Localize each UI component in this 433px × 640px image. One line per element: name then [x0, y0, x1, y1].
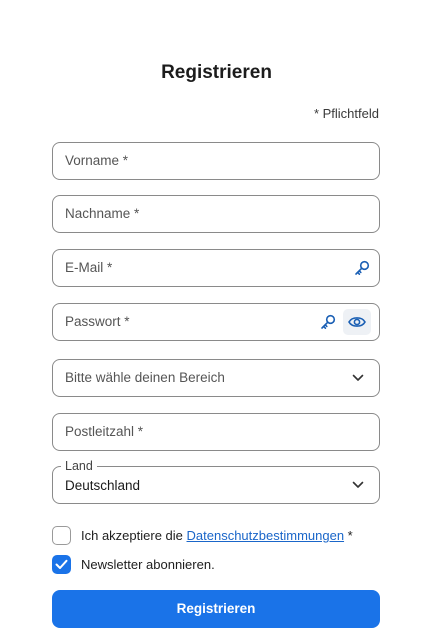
newsletter-checkbox[interactable] [52, 555, 71, 574]
registration-page: Registrieren * Pflichtfeld Vorname * Nac… [0, 0, 433, 640]
country-label: Land [61, 459, 97, 473]
privacy-text-after: * [344, 528, 353, 543]
privacy-text-before: Ich akzeptiere die [81, 528, 187, 543]
first-name-field[interactable]: Vorname * [52, 142, 380, 180]
page-title: Registrieren [161, 62, 272, 83]
register-button[interactable]: Registrieren [52, 590, 380, 628]
postal-code-field[interactable]: Postleitzahl * [52, 413, 380, 451]
key-icon[interactable] [319, 313, 337, 331]
password-field[interactable]: Passwort * [52, 303, 380, 341]
chevron-down-icon [352, 374, 364, 381]
checkmark-icon [55, 559, 68, 569]
chevron-down-icon [352, 481, 364, 488]
privacy-checkbox[interactable] [52, 526, 71, 545]
newsletter-text: Newsletter abonnieren. [81, 557, 215, 572]
show-password-button[interactable] [343, 309, 371, 335]
eye-icon [348, 317, 366, 327]
key-icon[interactable] [353, 259, 371, 277]
first-name-placeholder: Vorname * [65, 153, 129, 168]
password-placeholder: Passwort * [65, 314, 130, 329]
last-name-field[interactable]: Nachname * [52, 195, 380, 233]
postal-code-placeholder: Postleitzahl * [65, 424, 144, 439]
area-select-placeholder: Bitte wähle deinen Bereich [65, 370, 225, 385]
area-select[interactable]: Bitte wähle deinen Bereich [52, 359, 380, 397]
country-select[interactable]: Land Deutschland [52, 459, 380, 504]
email-field[interactable]: E-Mail * [52, 249, 380, 287]
email-placeholder: E-Mail * [65, 260, 113, 275]
last-name-placeholder: Nachname * [65, 206, 140, 221]
required-field-note: * Pflichtfeld [313, 106, 379, 121]
privacy-policy-link[interactable]: Datenschutzbestimmungen [187, 528, 345, 543]
country-value: Deutschland [65, 478, 141, 493]
privacy-consent-text: Ich akzeptiere die Datenschutzbestimmung… [81, 528, 353, 543]
